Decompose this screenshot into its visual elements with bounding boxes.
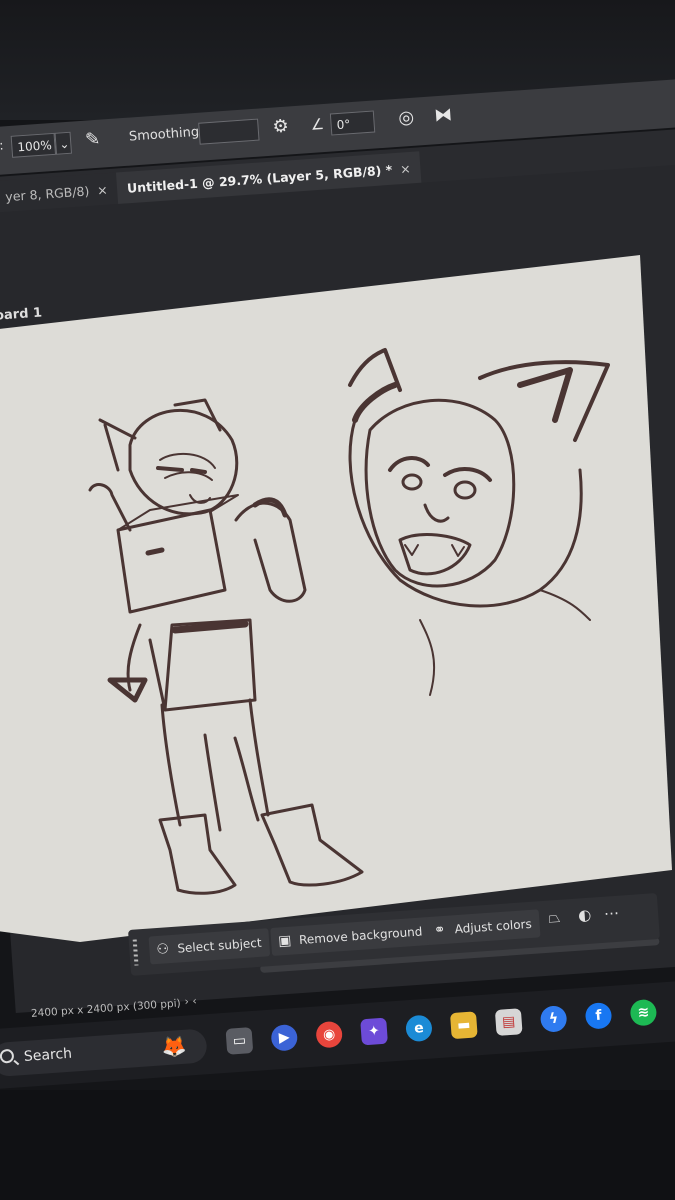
taskbar-search[interactable]: Search 🦊: [0, 1028, 208, 1078]
smoothing-settings-gear-icon[interactable]: ⚙: [272, 115, 290, 137]
chrome-icon[interactable]: ◉: [315, 1020, 344, 1049]
adjust-colors-button[interactable]: ⚭ Adjust colors: [425, 909, 541, 946]
copilot-icon[interactable]: ✦: [360, 1017, 388, 1046]
adjust-colors-icon: ⚭: [433, 921, 447, 939]
more-options-icon[interactable]: ⋯: [603, 904, 619, 923]
file-explorer-icon[interactable]: ▬: [449, 1011, 478, 1040]
pressure-opacity-icon[interactable]: ◎: [398, 107, 415, 129]
flow-dropdown-chevron-icon[interactable]: ⌄: [54, 131, 73, 155]
facebook-icon[interactable]: f: [584, 1001, 613, 1030]
search-icon: [0, 1048, 15, 1064]
select-subject-label: Select subject: [176, 935, 263, 956]
task-view-icon[interactable]: ▭: [225, 1027, 254, 1055]
remove-background-label: Remove background: [298, 924, 423, 948]
close-icon[interactable]: ×: [400, 161, 412, 177]
messenger-icon[interactable]: ϟ: [539, 1005, 568, 1033]
select-subject-button[interactable]: ⚇ Select subject: [148, 928, 271, 965]
canvas-workspace: oard 1: [0, 161, 675, 1014]
drag-handle[interactable]: [132, 939, 139, 966]
angle-input[interactable]: 0°: [329, 110, 376, 136]
search-label: Search: [23, 1045, 73, 1065]
edge-icon[interactable]: e: [405, 1014, 433, 1043]
image-icon: ▣: [277, 932, 292, 950]
adjust-colors-label: Adjust colors: [454, 916, 533, 937]
select-subject-icon: ⚇: [155, 941, 170, 959]
remove-background-button[interactable]: ▣ Remove background: [270, 916, 432, 957]
smoothing-input[interactable]: [198, 118, 260, 145]
smoothing-label: Smoothing:: [128, 124, 204, 145]
reader-icon[interactable]: ▤: [494, 1008, 523, 1036]
flow-prefix: :: [0, 138, 5, 154]
angle-icon: ∠: [309, 115, 325, 134]
mask-icon[interactable]: ◐: [577, 906, 591, 925]
spotify-icon[interactable]: ≋: [629, 998, 658, 1027]
artboard-label: oard 1: [0, 305, 43, 324]
meet-icon[interactable]: ▶: [270, 1023, 299, 1052]
airbrush-icon[interactable]: ✎: [84, 129, 101, 151]
close-icon[interactable]: ×: [97, 182, 109, 198]
symmetry-butterfly-icon[interactable]: ⧓: [434, 104, 453, 126]
fox-widget-icon[interactable]: 🦊: [161, 1034, 188, 1060]
tab-label: yer 8, RGB/8): [4, 183, 90, 205]
photoshop-window: : 100% ⌄ ✎ Smoothing: ⚙ ∠ 0° ◎ ⧓ yer 8, …: [0, 0, 675, 1200]
transform-icon[interactable]: ⏢: [548, 908, 561, 927]
monitor-bottom-bezel: [0, 1090, 675, 1200]
flow-input[interactable]: 100%: [10, 132, 57, 158]
status-arrows[interactable]: › ‹: [184, 994, 197, 1008]
